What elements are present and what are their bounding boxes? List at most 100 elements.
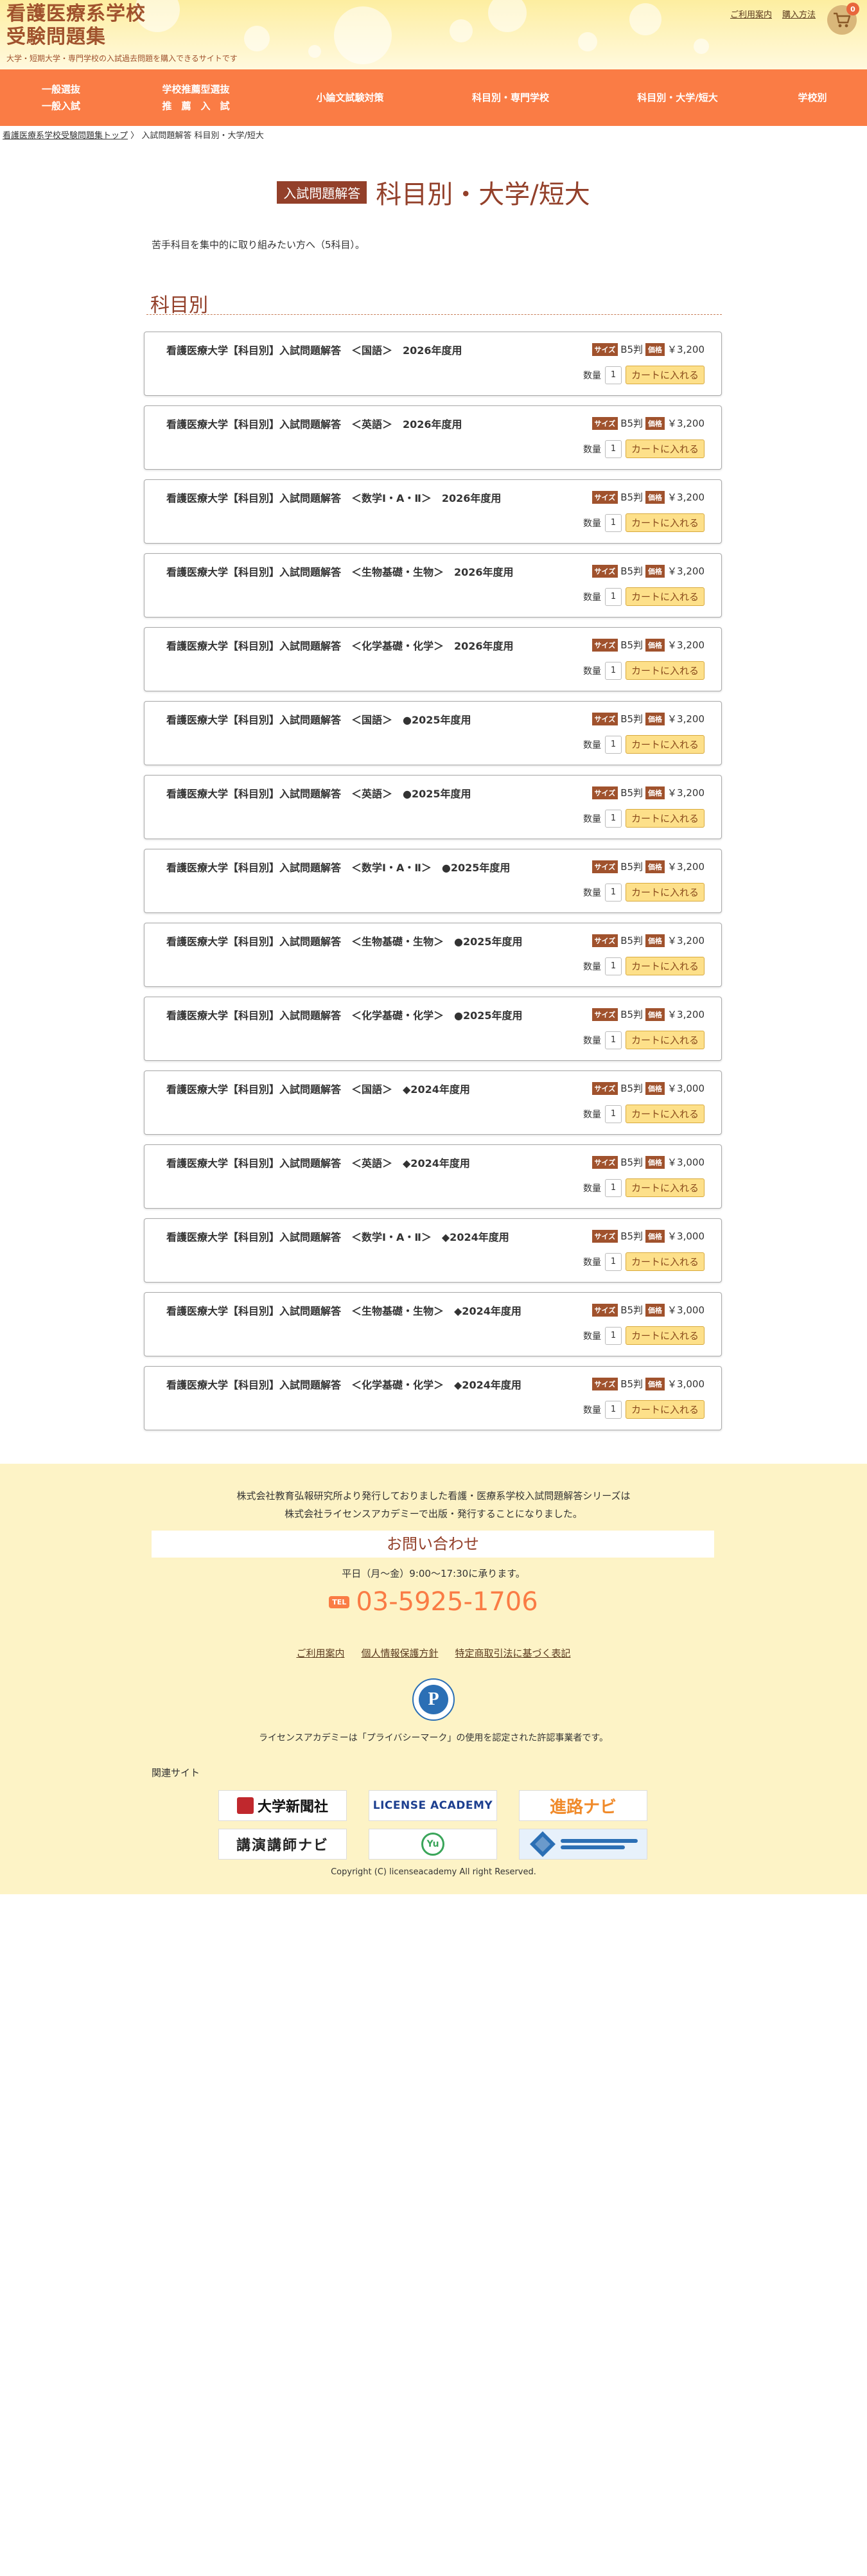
product-price: ￥3,200: [667, 713, 705, 725]
add-to-cart-button[interactable]: カートに入れる: [625, 883, 705, 902]
add-to-cart-button[interactable]: カートに入れる: [625, 957, 705, 975]
site-logo[interactable]: 看護医療系学校 受験問題集: [6, 3, 146, 49]
breadcrumb: 看護医療系学校受験問題集トップ 〉 入試問題解答 科目別・大学/短大: [3, 129, 264, 141]
guide-link[interactable]: ご利用案内: [730, 8, 772, 20]
breadcrumb-home-link[interactable]: 看護医療系学校受験問題集トップ: [3, 131, 128, 141]
site-title-line2: 受験問題集: [6, 26, 106, 48]
add-to-cart-button[interactable]: カートに入れる: [625, 1252, 705, 1271]
product-name[interactable]: 看護医療大学【科目別】入試問題解答 ＜生物基礎・生物＞ 2026年度用: [166, 564, 514, 579]
product-name[interactable]: 看護医療大学【科目別】入試問題解答 ＜化学基礎・化学＞ ◆2024年度用: [166, 1376, 521, 1392]
banner-daigaku-shinbun[interactable]: 大学新聞社: [218, 1790, 347, 1821]
nav-by-school[interactable]: 学校別: [790, 89, 835, 106]
product-size: B5判: [620, 787, 644, 799]
nav-subject-university[interactable]: 科目別・大学/短大: [623, 89, 732, 106]
qty-input[interactable]: 1: [604, 513, 622, 532]
size-tag: サイズ: [591, 934, 618, 947]
qty-input[interactable]: 1: [604, 1105, 622, 1123]
product-specs: サイズ B5判 価格 ￥3,200: [591, 934, 705, 947]
add-to-cart-button[interactable]: カートに入れる: [625, 735, 705, 754]
product-price: ￥3,200: [667, 565, 705, 577]
add-to-cart-button[interactable]: カートに入れる: [625, 1031, 705, 1049]
add-to-cart-button[interactable]: カートに入れる: [625, 1400, 705, 1419]
qty-label: 数量: [582, 887, 601, 898]
product-card: 看護医療大学【科目別】入試問題解答 ＜国語＞ ●2025年度用 サイズ B5判 価格 ￥…: [144, 701, 722, 765]
qty-input[interactable]: 1: [604, 587, 622, 606]
footer-notice-line2: 株式会社ライセンスアカデミーで出版・発行することになりました。: [285, 1508, 582, 1520]
product-name[interactable]: 看護医療大学【科目別】入試問題解答 ＜英語＞ ◆2024年度用: [166, 1155, 470, 1170]
qty-input[interactable]: 1: [604, 440, 622, 458]
banner-koen-koshi-navi[interactable]: 講演講師ナビ: [218, 1829, 347, 1860]
phone-number[interactable]: 03-5925-1706: [356, 1587, 538, 1617]
qty-input[interactable]: 1: [604, 1252, 622, 1271]
nav-subject-vocational[interactable]: 科目別・専門学校: [462, 89, 559, 106]
size-tag: サイズ: [591, 1155, 618, 1169]
product-qty-row: 数量 1 カートに入れる: [583, 735, 705, 754]
product-name[interactable]: 看護医療大学【科目別】入試問題解答 ＜数学Ⅰ・A・Ⅱ＞ ●2025年度用: [166, 859, 510, 875]
product-qty-row: 数量 1 カートに入れる: [583, 513, 705, 532]
product-name[interactable]: 看護医療大学【科目別】入試問題解答 ＜数学Ⅰ・A・Ⅱ＞ 2026年度用: [166, 490, 501, 505]
banner-shinro-navi[interactable]: 進路ナビ: [519, 1790, 647, 1821]
banner-license-academy[interactable]: LICENSE ACADEMY: [369, 1790, 497, 1821]
qty-input[interactable]: 1: [604, 1326, 622, 1345]
product-size: B5判: [620, 1157, 644, 1168]
product-name[interactable]: 看護医療大学【科目別】入試問題解答 ＜英語＞ 2026年度用: [166, 416, 462, 431]
qty-input[interactable]: 1: [604, 809, 622, 828]
product-card: 看護医療大学【科目別】入試問題解答 ＜数学Ⅰ・A・Ⅱ＞ ◆2024年度用 サイズ B…: [144, 1218, 722, 1283]
product-size: B5判: [620, 1083, 644, 1094]
add-to-cart-button[interactable]: カートに入れる: [625, 587, 705, 606]
price-tag: 価格: [645, 1229, 665, 1243]
banner-daigaku-label: 大学新聞社: [257, 1799, 328, 1815]
price-tag: 価格: [645, 934, 665, 947]
qty-input[interactable]: 1: [604, 1400, 622, 1419]
product-qty-row: 数量 1 カートに入れる: [583, 809, 705, 828]
product-name[interactable]: 看護医療大学【科目別】入試問題解答 ＜国語＞ ●2025年度用: [166, 711, 471, 727]
size-tag: サイズ: [591, 490, 618, 504]
product-name[interactable]: 看護医療大学【科目別】入試問題解答 ＜化学基礎・化学＞ ●2025年度用: [166, 1007, 523, 1022]
add-to-cart-button[interactable]: カートに入れる: [625, 809, 705, 828]
banner-koen-label: 講演講師ナビ: [236, 1838, 329, 1854]
product-name[interactable]: 看護医療大学【科目別】入試問題解答 ＜数学Ⅰ・A・Ⅱ＞ ◆2024年度用: [166, 1229, 509, 1244]
add-to-cart-button[interactable]: カートに入れる: [625, 366, 705, 384]
product-qty-row: 数量 1 カートに入れる: [583, 1252, 705, 1271]
product-name[interactable]: 看護医療大学【科目別】入試問題解答 ＜化学基礎・化学＞ 2026年度用: [166, 637, 514, 653]
footer-tokushoho-link[interactable]: 特定商取引法に基づく表記: [455, 1646, 571, 1660]
product-price: ￥3,000: [667, 1304, 705, 1316]
banner-yu[interactable]: Yu: [369, 1829, 497, 1860]
copyright: Copyright (C) licenseacademy All right R…: [331, 1867, 536, 1877]
nav-essay[interactable]: 小論文試験対策: [308, 89, 392, 106]
product-name[interactable]: 看護医療大学【科目別】入試問題解答 ＜生物基礎・生物＞ ●2025年度用: [166, 933, 523, 948]
product-name[interactable]: 看護医療大学【科目別】入試問題解答 ＜生物基礎・生物＞ ◆2024年度用: [166, 1302, 521, 1318]
product-specs: サイズ B5判 価格 ￥3,200: [591, 342, 705, 356]
add-to-cart-button[interactable]: カートに入れる: [625, 1326, 705, 1345]
purchase-method-link[interactable]: 購入方法: [782, 8, 816, 20]
page-heading: 入試問題解答 科目別・大学/短大: [0, 173, 867, 211]
nav-general-selection[interactable]: 一般選抜 一般入試: [26, 81, 96, 114]
qty-input[interactable]: 1: [604, 366, 622, 384]
product-name[interactable]: 看護医療大学【科目別】入試問題解答 ＜国語＞ ◆2024年度用: [166, 1081, 470, 1096]
size-tag: サイズ: [591, 1229, 618, 1243]
cart-button[interactable]: 0: [827, 3, 859, 35]
product-name[interactable]: 看護医療大学【科目別】入試問題解答 ＜英語＞ ●2025年度用: [166, 785, 471, 801]
nav-recommendation-selection[interactable]: 学校推薦型選抜 推 薦 入 試: [154, 81, 238, 114]
product-price: ￥3,200: [667, 344, 705, 355]
qty-input[interactable]: 1: [604, 661, 622, 680]
add-to-cart-button[interactable]: カートに入れる: [625, 661, 705, 680]
add-to-cart-button[interactable]: カートに入れる: [625, 1105, 705, 1123]
add-to-cart-button[interactable]: カートに入れる: [625, 440, 705, 458]
size-tag: サイズ: [591, 712, 618, 725]
nav-general-selection-label: 一般選抜: [41, 84, 80, 95]
qty-input[interactable]: 1: [604, 1178, 622, 1197]
footer-guide-link[interactable]: ご利用案内: [296, 1646, 344, 1660]
product-specs: サイズ B5判 価格 ￥3,200: [591, 490, 705, 504]
qty-input[interactable]: 1: [604, 1031, 622, 1049]
qty-input[interactable]: 1: [604, 957, 622, 975]
product-price: ￥3,000: [667, 1230, 705, 1242]
banner-shinro-promo[interactable]: [519, 1829, 647, 1860]
qty-input[interactable]: 1: [604, 883, 622, 902]
add-to-cart-button[interactable]: カートに入れる: [625, 1178, 705, 1197]
add-to-cart-button[interactable]: カートに入れる: [625, 513, 705, 532]
footer-privacy-link[interactable]: 個人情報保護方針: [361, 1646, 438, 1660]
qty-input[interactable]: 1: [604, 735, 622, 754]
product-name[interactable]: 看護医療大学【科目別】入試問題解答 ＜国語＞ 2026年度用: [166, 342, 462, 357]
price-tag: 価格: [645, 490, 665, 504]
